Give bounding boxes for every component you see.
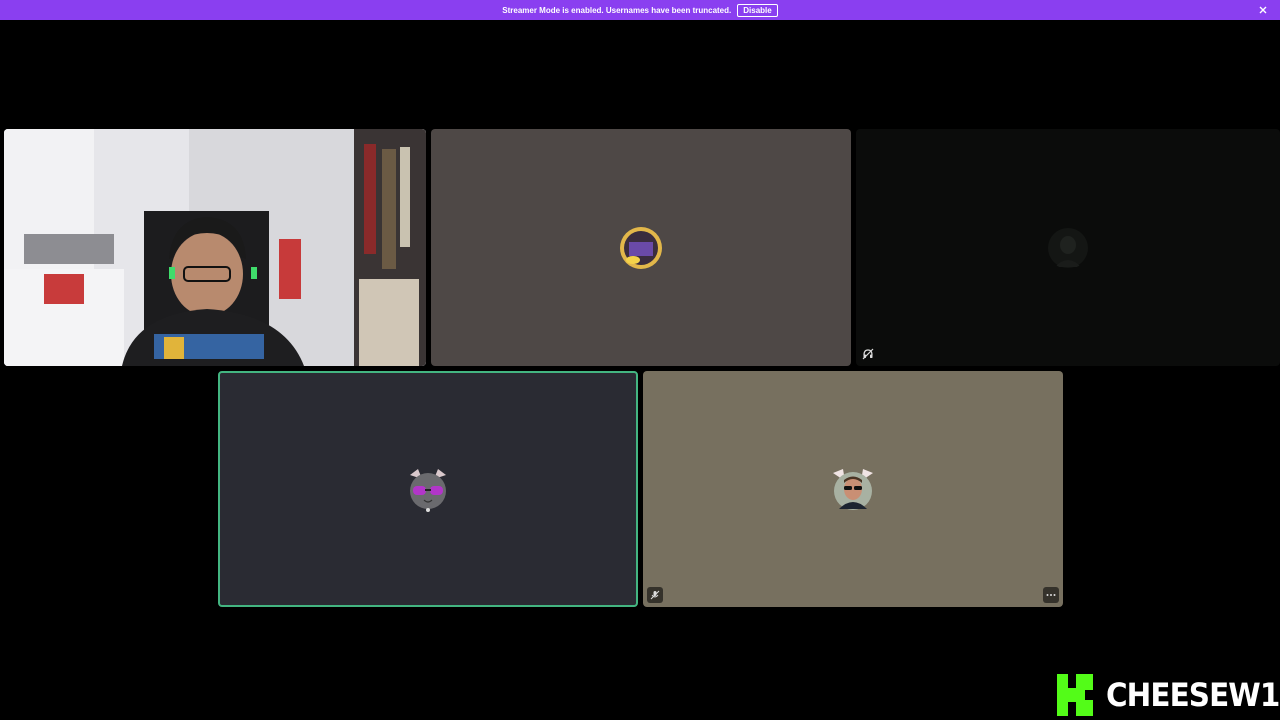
streamer-mode-banner: Streamer Mode is enabled. Usernames have… bbox=[0, 0, 1280, 20]
watermark-text: CHEESEW1Z bbox=[1106, 676, 1280, 714]
disable-streamer-mode-button[interactable]: Disable bbox=[737, 3, 778, 17]
streamer-watermark: CHEESEW1Z bbox=[1057, 674, 1280, 716]
avatar-dim bbox=[1047, 227, 1089, 269]
deafened-icon[interactable] bbox=[860, 346, 876, 362]
video-tile-webcam[interactable] bbox=[4, 129, 426, 366]
video-tile-user-3[interactable] bbox=[856, 129, 1280, 366]
webcam-video bbox=[4, 129, 426, 366]
video-tile-user-5[interactable] bbox=[643, 371, 1063, 607]
muted-mic-icon[interactable] bbox=[647, 587, 663, 603]
more-options-icon[interactable] bbox=[1043, 587, 1059, 603]
kick-logo bbox=[1057, 674, 1093, 716]
cat-sunglasses-avatar bbox=[404, 465, 452, 513]
video-tile-user-2[interactable] bbox=[431, 129, 851, 366]
video-tile-user-4-speaking[interactable] bbox=[218, 371, 638, 607]
man-sunglasses-cat-ears-avatar bbox=[829, 465, 877, 513]
avatar-gold-ring bbox=[619, 226, 663, 270]
banner-message: Streamer Mode is enabled. Usernames have… bbox=[502, 5, 732, 15]
close-icon[interactable] bbox=[1256, 3, 1270, 17]
